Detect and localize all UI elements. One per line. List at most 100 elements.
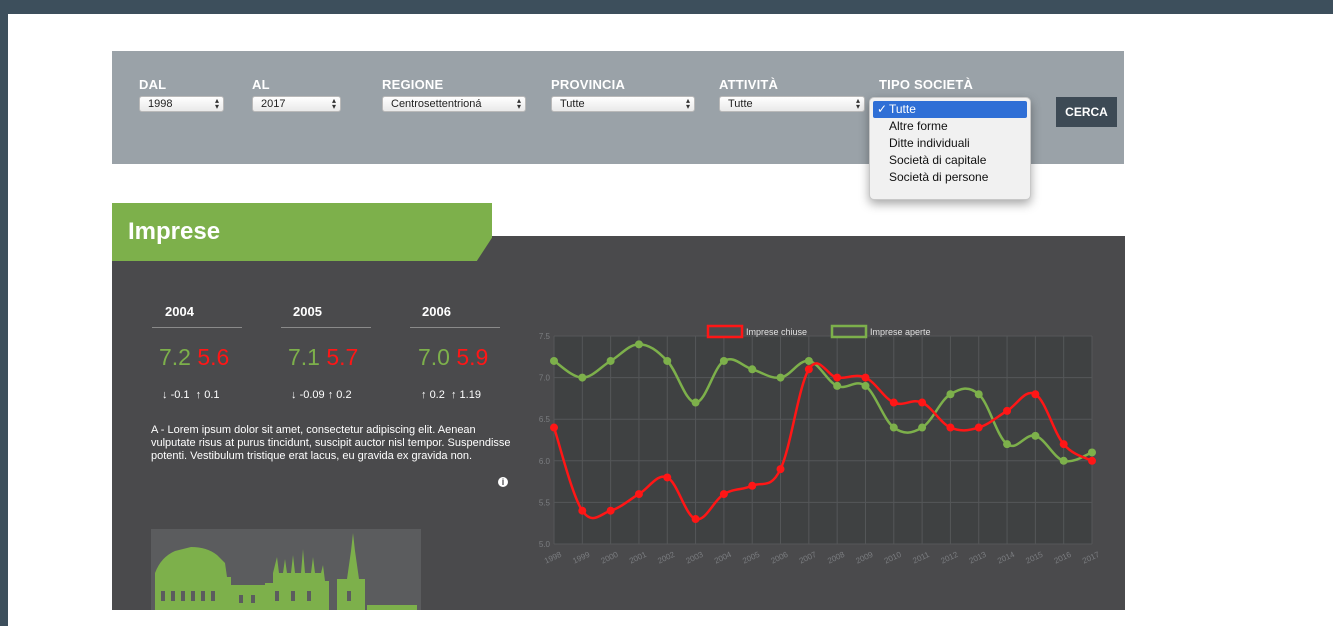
chart-legend-label: Imprese aperte [870, 327, 931, 337]
chart-x-tick-label: 1998 [543, 550, 563, 566]
chart-y-tick-label: 6.0 [539, 457, 551, 466]
dropdown-option[interactable]: Altre forme [870, 118, 1030, 135]
chart-point [833, 373, 842, 382]
imprese-line-chart: 5.0 5.5 6.0 6.5 7.0 7.5 1998 1999 2000 2001 2002 20… [539, 324, 1101, 566]
chart-point [918, 423, 927, 432]
dropdown-option-label: Tutte [889, 102, 916, 116]
search-button[interactable]: CERCA [1056, 97, 1117, 127]
imprese-panel: 2004 7.2 5.6 ↓ -0.1 ↑ 0.1 2005 7.1 5.7 ↓… [112, 236, 1125, 610]
al-select-value: 2017 [261, 98, 286, 110]
chart-point [889, 398, 898, 407]
chart-point [578, 506, 587, 515]
chart-x-tick-label: 2011 [911, 550, 931, 566]
regione-select[interactable]: Centrosettentrioná ▴ ▾ [382, 96, 526, 112]
filter-regione-label: REGIONE [382, 77, 444, 92]
chart-legend-label: Imprese chiuse [746, 327, 807, 337]
chart-point [1031, 390, 1040, 399]
chart-y-tick-label: 7.5 [539, 332, 551, 341]
chart-x-tick-label: 2008 [826, 550, 846, 566]
attivita-select-value: Tutte [728, 98, 753, 110]
chart-x-tick-label: 2013 [968, 550, 988, 566]
dal-select-value: 1998 [148, 98, 173, 110]
chart-point [804, 356, 813, 365]
chart-point [1003, 406, 1012, 415]
chart-x-tick-label: 2012 [939, 550, 959, 566]
provincia-select-value: Tutte [560, 98, 585, 110]
chart-point [691, 515, 700, 524]
regione-select-value: Centrosettentrioná [391, 98, 482, 110]
chart-y-tick-label: 6.5 [539, 415, 551, 424]
dropdown-option[interactable]: Società di capitale [870, 152, 1030, 169]
chart-point [974, 390, 983, 399]
chart-point [634, 490, 643, 499]
chart-point [606, 356, 615, 365]
chart-x-tick-label: 2000 [600, 550, 620, 566]
check-icon: ✓ [877, 102, 888, 116]
filter-al-label: AL [252, 77, 270, 92]
chart-point [861, 381, 870, 390]
dal-select[interactable]: 1998 ▴ ▾ [139, 96, 224, 112]
chart-point [918, 398, 927, 407]
chart-point [1059, 440, 1068, 449]
chart-point [833, 381, 842, 390]
chart-y-tick-label: 5.5 [539, 498, 551, 507]
chart-x-tick-label: 2002 [656, 550, 676, 566]
filter-dal-label: DAL [139, 77, 167, 92]
chart-point [1088, 456, 1096, 465]
chart-point [776, 465, 785, 474]
chart-point [974, 423, 983, 432]
chart-x-tick-label: 2017 [1081, 550, 1101, 566]
chart-x-tick-label: 2005 [741, 550, 761, 566]
chart-y-tick-label: 5.0 [539, 540, 551, 549]
select-arrows-icon: ▴ ▾ [855, 96, 860, 111]
chart-point [776, 373, 785, 382]
chart-point [550, 423, 558, 432]
filter-dal: DAL 1998 ▴ ▾ [139, 77, 224, 112]
chart-point [946, 390, 955, 399]
chart-x-tick-label: 2007 [798, 550, 818, 566]
dropdown-option[interactable]: ✓ Tutte [873, 101, 1027, 118]
chart-legend-swatch [706, 324, 744, 339]
filter-al: AL 2017 ▴ ▾ [252, 77, 341, 112]
dropdown-option[interactable]: Ditte individuali [870, 135, 1030, 152]
chart-point [606, 506, 615, 515]
chart-x-tick-label: 1999 [571, 550, 591, 566]
chart-x-tick-label: 2001 [628, 550, 648, 566]
chart-x-tick-label: 2014 [996, 550, 1016, 566]
chart-point [861, 373, 870, 382]
chart-point [1088, 448, 1096, 457]
section-title: Imprese [128, 218, 221, 245]
chart-point [1003, 440, 1012, 449]
filter-provincia-label: PROVINCIA [551, 77, 626, 92]
filter-tipo-societa: TIPO SOCIETÀ [879, 77, 973, 93]
tipo-societa-dropdown[interactable]: ✓ Tutte Altre forme Ditte individuali So… [869, 97, 1031, 200]
select-arrows-icon: ▴ ▾ [516, 96, 521, 111]
filter-attivita: ATTIVITÀ Tutte ▴ ▾ [719, 77, 865, 112]
chart-x-tick-label: 2004 [713, 550, 733, 566]
filter-provincia: PROVINCIA Tutte ▴ ▾ [551, 77, 695, 112]
chart-x-tick-label: 2006 [770, 550, 790, 566]
chart-point [634, 340, 643, 349]
chart-point [889, 423, 898, 432]
select-arrows-icon: ▴ ▾ [685, 96, 690, 111]
al-select[interactable]: 2017 ▴ ▾ [252, 96, 341, 112]
chart-x-tick-label: 2010 [883, 550, 903, 566]
chart-point [804, 365, 813, 374]
select-arrows-icon: ▴ ▾ [331, 96, 336, 111]
chart-point [748, 481, 757, 490]
chart-point [663, 473, 672, 482]
chart-point [1031, 431, 1040, 440]
attivita-select[interactable]: Tutte ▴ ▾ [719, 96, 865, 112]
chart-y-tick-label: 7.0 [539, 374, 551, 383]
dropdown-option[interactable]: Società di persone [870, 169, 1030, 186]
chart-x-tick-label: 2015 [1024, 550, 1044, 566]
chart-x-tick-label: 2009 [854, 550, 874, 566]
provincia-select[interactable]: Tutte ▴ ▾ [551, 96, 695, 112]
chart-x-tick-label: 2003 [685, 550, 705, 566]
chart-point [946, 423, 955, 432]
chart-point [748, 365, 757, 374]
select-arrows-icon: ▴ ▾ [214, 96, 219, 111]
chart-point [1059, 456, 1068, 465]
chart-point [578, 373, 587, 382]
chart-x-tick-label: 2016 [1053, 550, 1073, 566]
